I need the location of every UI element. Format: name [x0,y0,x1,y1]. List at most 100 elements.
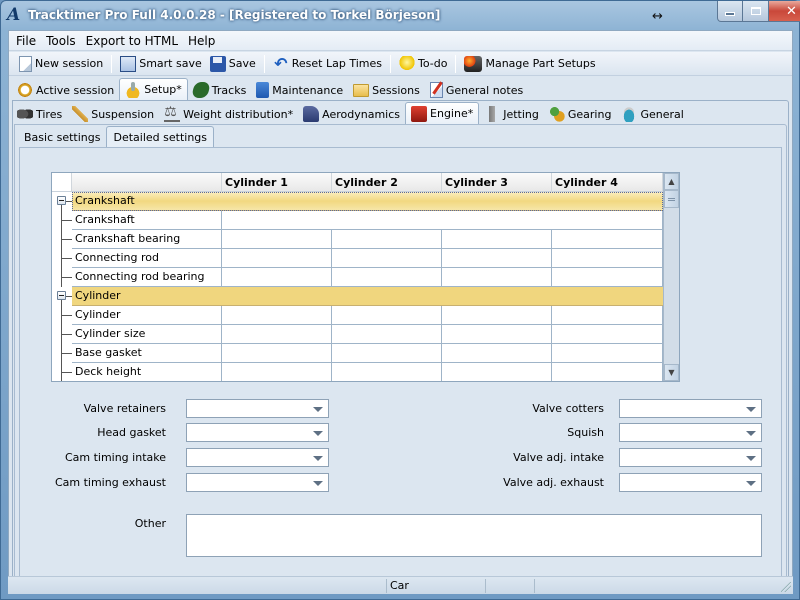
tree-line [61,372,72,373]
grid-cell-cylinder-3[interactable] [442,344,552,363]
grid-cell-cylinder-4[interactable] [552,230,663,249]
grid-cell-cylinder-2[interactable] [332,344,442,363]
dropdown-arrow-icon [746,407,756,412]
tab-sessions[interactable]: Sessions [348,80,425,100]
grid-cell-cylinder-1[interactable] [222,268,332,287]
valve-cotters-combo[interactable] [619,399,762,418]
grid-cell-merged[interactable] [222,211,663,230]
tab-label: General notes [445,83,524,97]
squish-combo[interactable] [619,423,762,442]
grid-cell-cylinder-2[interactable] [332,325,442,344]
grid-vertical-scrollbar[interactable]: ▲ ▼ [663,173,679,381]
menu-tools[interactable]: Tools [41,32,81,50]
menu-export-to-html[interactable]: Export to HTML [81,32,183,50]
todo-button[interactable]: To-do [395,53,451,75]
valve-retainers-combo[interactable] [186,399,329,418]
smart-save-button[interactable]: Smart save [116,53,206,75]
grid-cell-cylinder-3[interactable] [442,268,552,287]
scroll-down-button[interactable]: ▼ [664,364,679,381]
grid-cell-cylinder-4[interactable] [552,268,663,287]
scroll-up-button[interactable]: ▲ [664,173,679,190]
valve-adj-intake-combo[interactable] [619,448,762,467]
tab-general-notes[interactable]: General notes [425,80,528,100]
grid-cell-cylinder-4[interactable] [552,363,663,381]
head-gasket-combo[interactable] [186,423,329,442]
grid-header-cylinder-1[interactable]: Cylinder 1 [222,173,332,192]
table-row[interactable]: Deck height [52,363,663,381]
cam-timing-exhaust-combo[interactable] [186,473,329,492]
valve-adj-exhaust-combo[interactable] [619,473,762,492]
table-row[interactable]: Connecting rod [52,249,663,268]
menu-help[interactable]: Help [183,32,220,50]
manage-part-setups-button[interactable]: Manage Part Setups [460,53,599,75]
grid-cell-cylinder-3[interactable] [442,325,552,344]
tab-label: Weight distribution* [183,107,294,121]
other-textarea[interactable] [186,514,762,557]
grid-cell-cylinder-4[interactable] [552,306,663,325]
tab-general[interactable]: General [616,104,688,124]
collapse-icon[interactable] [57,196,66,205]
lightbulb-icon [399,55,415,72]
grid-cell-cylinder-4[interactable] [552,344,663,363]
table-row[interactable]: Crankshaft [52,211,663,230]
resize-grip-icon[interactable] [781,582,791,592]
grid-header-cylinder-3[interactable]: Cylinder 3 [442,173,552,192]
table-row[interactable]: Connecting rod bearing [52,268,663,287]
table-row[interactable]: Base gasket [52,344,663,363]
grid-cell-cylinder-3[interactable] [442,230,552,249]
tab-basic-settings[interactable]: Basic settings [18,128,106,147]
aero-icon [303,106,320,122]
grid-category-row[interactable]: Crankshaft [52,192,663,211]
grid-cell-cylinder-1[interactable] [222,249,332,268]
grid-cell-cylinder-3[interactable] [442,306,552,325]
tab-weight-distribution[interactable]: Weight distribution* [159,104,298,124]
grid-cell-cylinder-1[interactable] [222,306,332,325]
tab-active-session[interactable]: Active session [12,80,119,100]
category-label[interactable]: Crankshaft [72,192,663,211]
grid-cell-cylinder-3[interactable] [442,363,552,381]
tab-gearing[interactable]: Gearing [544,104,617,124]
category-label[interactable]: Cylinder [72,287,663,306]
cam-timing-intake-combo[interactable] [186,448,329,467]
grid-cell-cylinder-2[interactable] [332,230,442,249]
minimize-button[interactable] [717,1,743,22]
grid-cell-cylinder-2[interactable] [332,363,442,381]
grid-cell-cylinder-4[interactable] [552,249,663,268]
grid-cell-cylinder-4[interactable] [552,325,663,344]
scroll-thumb[interactable] [664,190,679,208]
grid-category-row[interactable]: Cylinder [52,287,663,306]
tab-tires[interactable]: Tires [12,104,67,124]
tab-jetting[interactable]: Jetting [479,104,544,124]
menu-file[interactable]: File [11,32,41,50]
tab-aerodynamics[interactable]: Aerodynamics [298,104,405,124]
grid-cell-cylinder-2[interactable] [332,306,442,325]
grid-header-name[interactable] [72,173,222,192]
tab-detailed-settings[interactable]: Detailed settings [106,126,215,147]
reset-lap-times-button[interactable]: ↶ Reset Lap Times [269,53,386,75]
tab-suspension[interactable]: Suspension [67,104,159,124]
grid-cell-cylinder-1[interactable] [222,325,332,344]
tab-maintenance[interactable]: Maintenance [251,80,348,100]
grid-header-cylinder-2[interactable]: Cylinder 2 [332,173,442,192]
table-row[interactable]: Crankshaft bearing [52,230,663,249]
save-button[interactable]: Save [206,53,260,75]
new-session-button[interactable]: New session [15,53,107,75]
grid-cell-cylinder-1[interactable] [222,363,332,381]
grid-cell-cylinder-1[interactable] [222,230,332,249]
collapse-icon[interactable] [57,291,66,300]
grid-cell-cylinder-2[interactable] [332,249,442,268]
close-button[interactable]: ✕ [769,1,800,22]
grid-cell-cylinder-3[interactable] [442,249,552,268]
grid-cell-cylinder-2[interactable] [332,268,442,287]
grid-header-cylinder-4[interactable]: Cylinder 4 [552,173,663,192]
grid-cell-cylinder-1[interactable] [222,344,332,363]
table-row[interactable]: Cylinder [52,306,663,325]
smart-save-label: Smart save [139,57,202,70]
tab-setup[interactable]: Setup* [119,78,188,100]
title-bar[interactable]: A Tracktimer Pro Full 4.0.0.28 - [Regist… [1,1,800,30]
tab-engine[interactable]: Engine* [405,102,480,124]
row-label: Connecting rod [72,249,222,268]
table-row[interactable]: Cylinder size [52,325,663,344]
tab-tracks[interactable]: Tracks [188,80,252,100]
maximize-button[interactable] [743,1,769,22]
